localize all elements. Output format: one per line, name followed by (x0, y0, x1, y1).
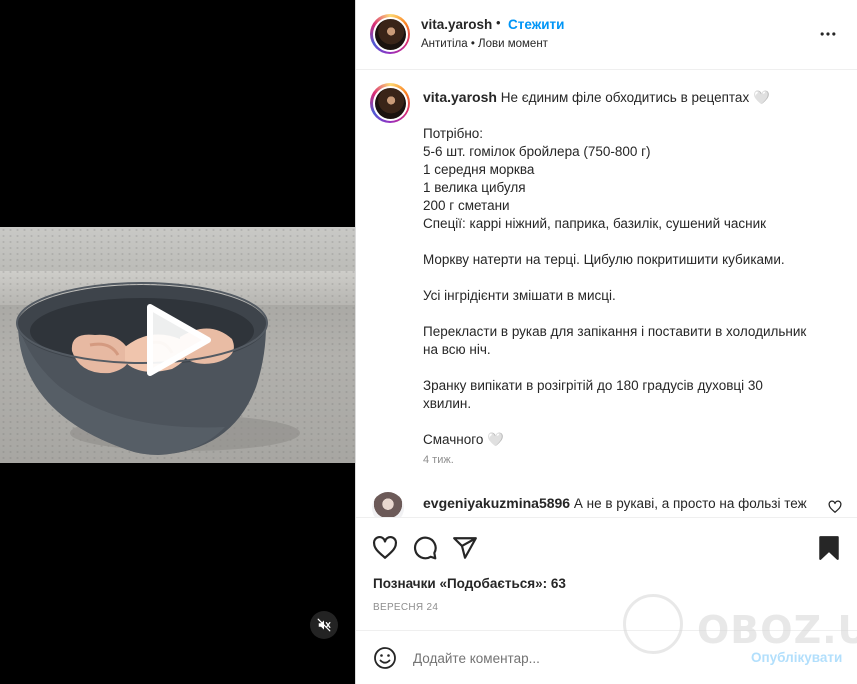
caption-line: 1 велика цибуля (423, 180, 526, 195)
comment-body: А не в рукаві, а просто на фользі теж (573, 496, 807, 511)
caption-line (423, 413, 833, 431)
mute-button[interactable] (310, 611, 338, 639)
caption-line: Моркву натерти на терці. Цибулю покритиш… (423, 252, 785, 267)
caption-line: Смачного 🤍 (423, 432, 504, 447)
caption-line: Спеції: каррі ніжний, паприка, базилік, … (423, 216, 767, 231)
share-button[interactable] (452, 535, 478, 561)
heart-icon (373, 535, 397, 559)
caption-line: Перекласти в рукав для запікання і поста… (423, 324, 807, 339)
like-button[interactable] (372, 535, 398, 561)
caption-line: 5-6 шт. гомілок бройлера (750-800 г) (423, 144, 651, 159)
comment-button[interactable] (412, 535, 438, 561)
caption-line (423, 107, 833, 125)
comment-text: evgeniyakuzmina5896 А не в рукаві, а про… (423, 495, 823, 511)
caption-line: 200 г сметани (423, 198, 510, 213)
caption-line: Усі інгрідієнти змішати в мисці. (423, 288, 616, 303)
caption-line: Потрібно: (423, 126, 484, 141)
save-button[interactable] (816, 535, 842, 561)
heart-icon (828, 500, 842, 513)
comment-input[interactable] (413, 647, 743, 669)
play-button[interactable] (142, 303, 212, 377)
author-username[interactable]: vita.yarosh (421, 17, 492, 32)
play-icon (147, 304, 211, 376)
muted-speaker-icon (317, 618, 331, 632)
post-header: vita.yarosh • Стежити Антитіла • Лови мо… (356, 0, 857, 70)
caption-line (423, 359, 833, 377)
likes-count[interactable]: Позначки «Подобається»: 63 (373, 576, 566, 591)
commenter-username[interactable]: evgeniyakuzmina5896 (423, 495, 570, 511)
bookmark-icon (819, 536, 839, 560)
add-comment-bar: Опублікувати (356, 630, 857, 684)
caption-author-avatar[interactable] (370, 83, 410, 123)
caption-line: на всю ніч. (423, 342, 491, 357)
more-horizontal-icon (820, 32, 836, 36)
likes-label: Позначки «Подобається»: (373, 576, 548, 591)
comment-like-button[interactable] (828, 500, 842, 514)
comment-bubble-icon (414, 536, 437, 560)
caption-line: Зранку випікати в розігрітій до 180 град… (423, 378, 763, 393)
more-options-button[interactable] (818, 24, 838, 44)
post-date[interactable]: ВЕРЕСНЯ 24 (373, 602, 438, 613)
audio-subtitle[interactable]: Антитіла • Лови момент (421, 38, 548, 50)
comment-item: evgeniyakuzmina5896 А не в рукаві, а про… (356, 490, 857, 517)
caption-line: 1 середня морква (423, 162, 535, 177)
separator-dot: • (496, 15, 501, 30)
smiley-icon (374, 647, 396, 669)
caption-line (423, 305, 833, 323)
caption-line: Не єдиним філе обходитись в рецептах 🤍 (500, 90, 770, 105)
caption-line (423, 269, 833, 287)
publish-button[interactable]: Опублікувати (751, 650, 842, 665)
caption-text: vita.yarosh Не єдиним філе обходитись в … (423, 88, 833, 449)
caption-username[interactable]: vita.yarosh (423, 89, 497, 105)
likes-number: 63 (550, 576, 566, 591)
follow-button[interactable]: Стежити (508, 17, 564, 32)
post-media[interactable] (0, 0, 355, 684)
emoji-button[interactable] (373, 646, 397, 670)
caption-area: vita.yarosh Не єдиним філе обходитись в … (356, 71, 857, 517)
caption-timestamp[interactable]: 4 тиж. (423, 454, 454, 466)
commenter-avatar[interactable] (372, 492, 404, 517)
caption-line: хвилин. (423, 396, 472, 411)
caption-line (423, 233, 833, 251)
post-side-panel: vita.yarosh • Стежити Антитіла • Лови мо… (355, 0, 857, 684)
paper-plane-icon (453, 537, 477, 559)
author-avatar[interactable] (370, 14, 410, 54)
